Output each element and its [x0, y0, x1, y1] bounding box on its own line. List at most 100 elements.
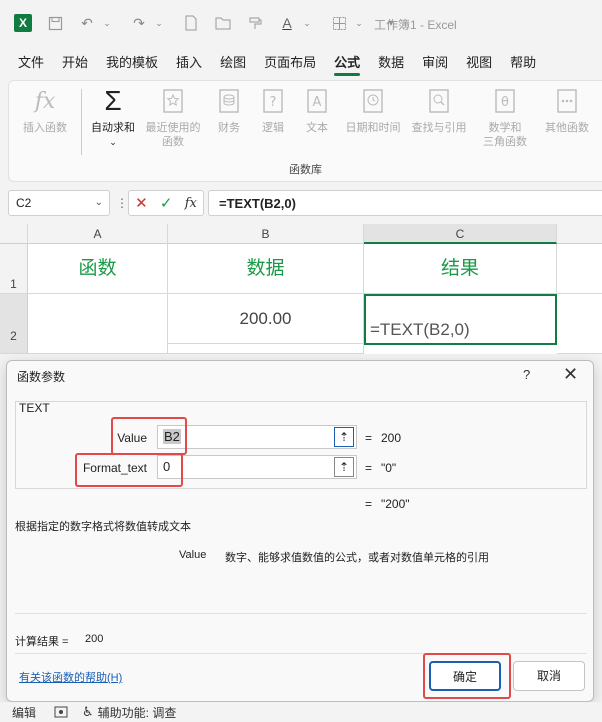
svg-text:θ: θ — [501, 95, 509, 110]
tab-home[interactable]: 开始 — [53, 48, 97, 78]
name-box-value: C2 — [16, 196, 32, 210]
column-header-b[interactable]: B — [168, 224, 364, 244]
datetime-label: 日期和时间 — [345, 122, 401, 134]
enter-check-icon[interactable]: ✓ — [160, 194, 173, 212]
insert-function-label: 插入函数 — [23, 122, 67, 134]
tab-my-templates[interactable]: 我的模板 — [97, 48, 167, 78]
name-box[interactable]: C2 ⌄ — [8, 190, 110, 216]
formula-bar: C2 ⌄ ⋮ ✕ ✓ fx =TEXT(B2,0) — [0, 186, 602, 220]
math-button[interactable]: θ 数学和 三角函数 — [475, 85, 535, 149]
row-header-2[interactable]: 2 — [0, 294, 28, 354]
close-icon[interactable]: ✕ — [563, 364, 578, 385]
value-arg-input[interactable]: B2 — [157, 425, 357, 449]
coins-book-icon — [214, 85, 244, 117]
format-text-arg-input[interactable]: 0 — [157, 455, 357, 479]
sigma-icon: Σ — [104, 85, 122, 116]
more-functions-button[interactable]: 其他函数 — [537, 85, 597, 135]
cell-a2[interactable] — [28, 294, 168, 354]
column-header-c[interactable]: C — [364, 224, 557, 244]
tab-view[interactable]: 视图 — [457, 48, 501, 78]
new-file-icon[interactable] — [182, 14, 200, 32]
arg-description-name: Value — [179, 549, 207, 561]
cell-b1[interactable]: 数据 — [168, 244, 364, 294]
recent-functions-label-2: 函数 — [162, 136, 184, 148]
datetime-button[interactable]: 日期和时间 — [343, 85, 403, 135]
save-icon[interactable] — [46, 14, 64, 32]
collapse-dialog-icon[interactable]: ⇡ — [334, 427, 354, 447]
mode-indicator: 编辑 — [12, 705, 37, 720]
open-file-icon[interactable] — [214, 14, 232, 32]
lookup-label: 查找与引用 — [411, 122, 467, 134]
font-color-icon[interactable]: A — [278, 14, 296, 32]
autosum-dropdown-icon[interactable]: ⌄ — [109, 135, 117, 149]
cell-c2-selected[interactable]: =TEXT(B2,0) — [364, 294, 557, 345]
formula-tools: ✕ ✓ fx — [128, 190, 204, 216]
more-functions-label: 其他函数 — [545, 122, 589, 134]
redo-dropdown-icon[interactable]: ⌄ — [150, 14, 168, 32]
autosum-button[interactable]: Σ 自动求和 ⌄ — [83, 85, 143, 149]
cell-d2[interactable] — [557, 294, 602, 354]
svg-text:A: A — [313, 95, 322, 110]
column-header-a[interactable]: A — [28, 224, 168, 244]
tab-page-layout[interactable]: 页面布局 — [255, 48, 325, 78]
cell-d1[interactable] — [557, 244, 602, 294]
tab-review[interactable]: 审阅 — [413, 48, 457, 78]
status-bar: 编辑 ♿ 辅助功能: 调查 — [0, 702, 602, 722]
borders-icon[interactable] — [330, 14, 348, 32]
chevron-down-icon[interactable]: ⌄ — [95, 197, 103, 208]
text-functions-button[interactable]: A 文本 — [287, 85, 347, 135]
math-label-1: 数学和 — [488, 122, 522, 134]
math-label-2: 三角函数 — [483, 136, 527, 148]
collapse-dialog-icon-2[interactable]: ⇡ — [334, 457, 354, 477]
borders-dropdown-icon[interactable]: ⌄ — [350, 14, 368, 32]
dialog-title: 函数参数 — [17, 370, 66, 384]
format-painter-icon[interactable] — [246, 14, 264, 32]
cell-b2[interactable]: 200.00 — [168, 294, 364, 344]
row-header-1[interactable]: 1 — [0, 244, 28, 294]
value-arg-result: 200 — [381, 431, 402, 445]
insert-function-button[interactable]: fx 插入函数 — [15, 85, 75, 135]
dots-book-icon — [552, 85, 582, 117]
cancel-icon[interactable]: ✕ — [135, 194, 148, 212]
tab-help[interactable]: 帮助 — [501, 48, 545, 78]
text-book-icon: A — [302, 85, 332, 117]
lookup-button[interactable]: 查找与引用 — [409, 85, 469, 135]
tab-file[interactable]: 文件 — [0, 48, 53, 78]
select-all-corner[interactable] — [0, 224, 28, 244]
accessibility-icon[interactable]: ♿ — [82, 704, 94, 720]
cell-b3[interactable] — [168, 344, 364, 354]
tab-data[interactable]: 数据 — [369, 48, 413, 78]
macro-record-icon[interactable] — [54, 706, 68, 718]
formula-input[interactable]: =TEXT(B2,0) — [208, 190, 602, 216]
more-options-icon[interactable]: ⋮ — [116, 196, 128, 210]
format-text-arg-equals: = — [365, 461, 373, 475]
ribbon-formulas: fx 插入函数 Σ 自动求和 ⌄ 最近使用的 函数 财务 ? 逻辑 A 文本 日… — [8, 80, 602, 182]
cell-c1[interactable]: 结果 — [364, 244, 557, 294]
ribbon-separator — [81, 89, 82, 155]
cancel-button[interactable]: 取消 — [513, 661, 585, 691]
redo-icon[interactable]: ↷ — [130, 14, 148, 32]
title-bar: X ↶ ⌄ ↷ ⌄ A ⌄ ⌄ ▾ 工作簿1 - Excel — [0, 0, 602, 46]
worksheet-grid: A B C 1 2 函数 数据 结果 200.00 =TEXT(B2,0) — [0, 224, 602, 354]
question-book-icon: ? — [258, 85, 288, 117]
function-name-label: TEXT — [19, 401, 50, 415]
recent-functions-button[interactable]: 最近使用的 函数 — [143, 85, 203, 149]
document-title: 工作簿1 - Excel — [374, 18, 457, 32]
function-help-link[interactable]: 有关该函数的帮助(H) — [19, 669, 122, 685]
undo-dropdown-icon[interactable]: ⌄ — [98, 14, 116, 32]
font-color-dropdown-icon[interactable]: ⌄ — [298, 14, 316, 32]
help-icon[interactable]: ? — [523, 367, 530, 382]
tab-formulas[interactable]: 公式 — [325, 48, 369, 78]
cell-a1[interactable]: 函数 — [28, 244, 168, 294]
tab-draw[interactable]: 绘图 — [211, 48, 255, 78]
accessibility-status[interactable]: 辅助功能: 调查 — [98, 704, 177, 721]
menu-bar: 文件 开始 我的模板 插入 绘图 页面布局 公式 数据 审阅 视图 帮助 — [0, 48, 602, 78]
logic-label: 逻辑 — [262, 122, 284, 134]
total-equals: = — [365, 497, 373, 511]
calc-result-label: 计算结果 = — [15, 636, 69, 648]
magnifier-book-icon — [424, 85, 454, 117]
tab-insert[interactable]: 插入 — [167, 48, 211, 78]
undo-icon[interactable]: ↶ — [78, 14, 96, 32]
column-header-d[interactable] — [557, 224, 602, 244]
insert-function-icon[interactable]: fx — [185, 196, 197, 211]
